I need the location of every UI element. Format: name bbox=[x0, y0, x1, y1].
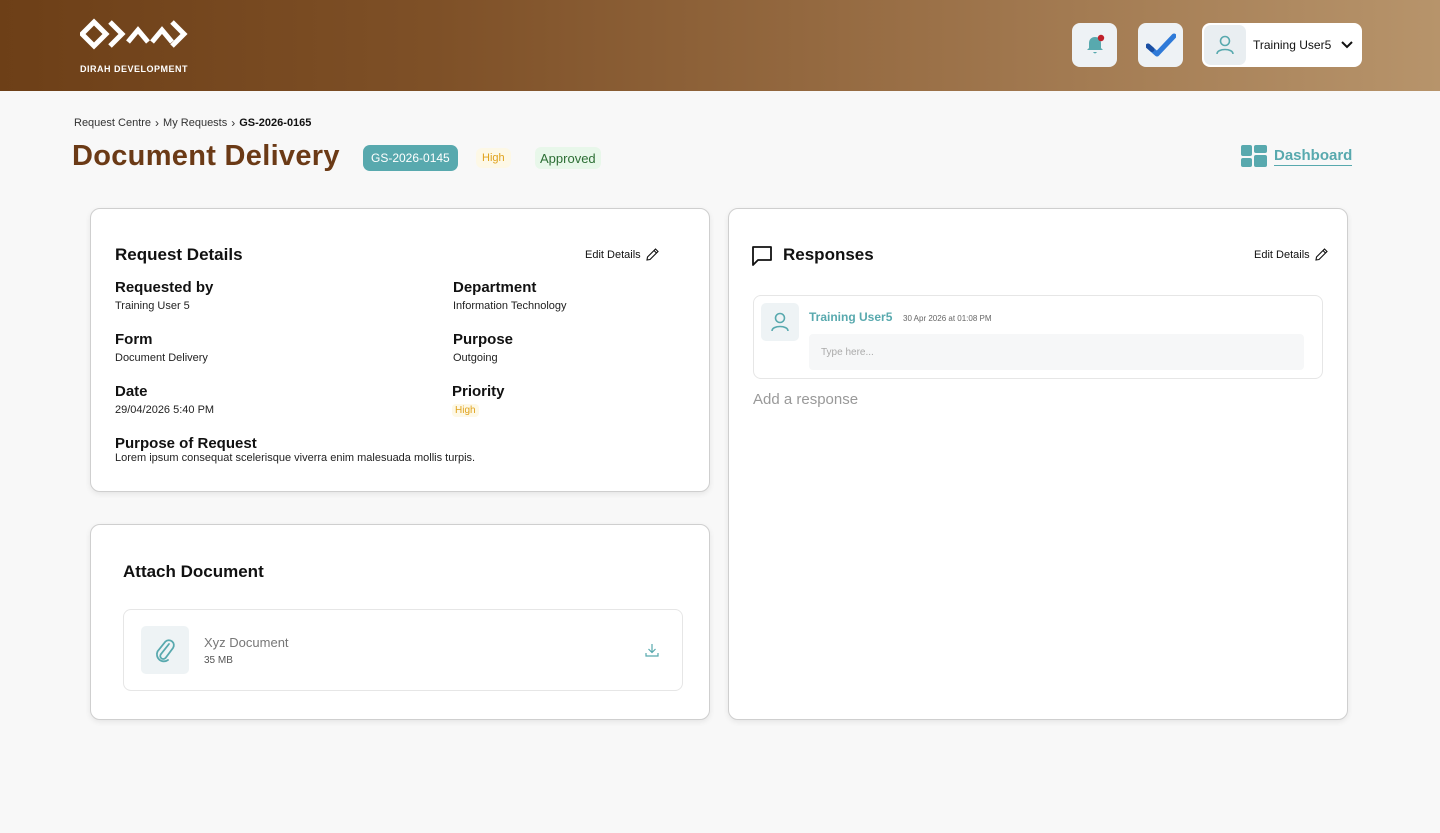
add-response-button[interactable]: Add a response bbox=[753, 391, 858, 408]
logo-text: DIRAH DEVELOPMENT bbox=[80, 64, 189, 74]
request-code-badge: GS-2026-0145 bbox=[363, 145, 458, 171]
department-value: Information Technology bbox=[453, 300, 567, 312]
field-form: Form Document Delivery bbox=[115, 331, 208, 364]
field-purpose: Purpose Outgoing bbox=[453, 331, 513, 364]
status-badge: Approved bbox=[535, 147, 601, 169]
pencil-icon bbox=[1314, 248, 1328, 261]
user-menu[interactable]: Training User5 bbox=[1202, 23, 1362, 67]
requested-by-value: Training User 5 bbox=[115, 300, 190, 312]
attachment-item[interactable]: Xyz Document 35 MB bbox=[123, 609, 683, 691]
pencil-icon bbox=[645, 248, 659, 261]
file-name: Xyz Document bbox=[204, 635, 289, 650]
edit-details-button[interactable]: Edit Details bbox=[585, 247, 660, 262]
file-size: 35 MB bbox=[204, 655, 233, 666]
requested-by-label: Requested by bbox=[115, 279, 214, 296]
file-icon-box bbox=[141, 626, 189, 674]
priority-badge: High bbox=[476, 148, 511, 168]
department-label: Department bbox=[453, 279, 537, 296]
response-timestamp: 30 Apr 2026 at 01:08 PM bbox=[903, 314, 992, 323]
breadcrumb-current: GS-2026-0165 bbox=[239, 117, 312, 129]
form-value: Document Delivery bbox=[115, 352, 208, 364]
top-bar: DIRAH DEVELOPMENT Training User5 bbox=[0, 0, 1440, 91]
breadcrumb-request-centre[interactable]: Request Centre bbox=[74, 117, 151, 129]
dashboard-link[interactable]: Dashboard bbox=[1240, 144, 1353, 168]
purpose-label: Purpose bbox=[453, 331, 514, 348]
todo-button[interactable] bbox=[1138, 23, 1183, 67]
purpose-of-request-label: Purpose of Request bbox=[115, 435, 257, 452]
request-details-title: Request Details bbox=[115, 245, 243, 264]
avatar bbox=[1204, 25, 1246, 65]
avatar bbox=[761, 303, 799, 341]
breadcrumb: Request Centre › My Requests › GS-2026-0… bbox=[74, 116, 311, 130]
attach-document-card: Attach Document Xyz Document 35 MB bbox=[90, 524, 710, 720]
date-value: 29/04/2026 5:40 PM bbox=[115, 404, 215, 416]
responses-edit-label: Edit Details bbox=[1254, 248, 1310, 261]
download-icon bbox=[645, 644, 659, 657]
page-title: Document Delivery bbox=[72, 140, 340, 172]
download-button[interactable] bbox=[644, 642, 660, 663]
responses-title: Responses bbox=[783, 245, 874, 264]
user-icon bbox=[771, 312, 789, 332]
priority-label: Priority bbox=[452, 383, 505, 400]
breadcrumb-my-requests[interactable]: My Requests bbox=[163, 117, 227, 129]
field-department: Department Information Technology bbox=[453, 279, 567, 312]
purpose-of-request-value: Lorem ipsum consequat scelerisque viverr… bbox=[115, 452, 476, 464]
field-purpose-of-request: Purpose of Request Lorem ipsum consequat… bbox=[115, 435, 475, 464]
response-input[interactable] bbox=[809, 334, 1304, 370]
purpose-value: Outgoing bbox=[453, 352, 498, 364]
response-user-name: Training User5 bbox=[809, 310, 893, 324]
dashboard-icon bbox=[1241, 145, 1267, 167]
chevron-right-icon: › bbox=[231, 116, 236, 130]
dirah-logo[interactable]: DIRAH DEVELOPMENT bbox=[80, 16, 192, 76]
checkmark-icon bbox=[1145, 33, 1176, 57]
attach-document-title: Attach Document bbox=[123, 562, 264, 581]
response-entry: Training User5 30 Apr 2026 at 01:08 PM bbox=[753, 295, 1323, 379]
bell-icon bbox=[1086, 34, 1104, 54]
chat-bubble-icon bbox=[752, 246, 772, 266]
date-label: Date bbox=[115, 383, 148, 400]
user-icon bbox=[1216, 35, 1234, 55]
field-date: Date 29/04/2026 5:40 PM bbox=[115, 383, 214, 416]
responses-edit-button[interactable]: Edit Details bbox=[1254, 247, 1329, 262]
field-requested-by: Requested by Training User 5 bbox=[115, 279, 213, 312]
paperclip-icon bbox=[156, 639, 175, 663]
chevron-down-icon bbox=[1341, 41, 1353, 49]
request-details-card: Request Details Edit Details Requested b… bbox=[90, 208, 710, 492]
user-name: Training User5 bbox=[1253, 38, 1332, 52]
priority-value-badge: High bbox=[452, 404, 479, 417]
dashboard-label: Dashboard bbox=[1274, 146, 1353, 166]
form-label: Form bbox=[115, 331, 153, 348]
chevron-right-icon: › bbox=[155, 116, 160, 130]
field-priority: Priority High bbox=[452, 383, 505, 418]
dirah-logo-mark bbox=[80, 18, 188, 50]
responses-card: Responses Edit Details Training User5 30… bbox=[728, 208, 1348, 720]
edit-details-label: Edit Details bbox=[585, 248, 641, 261]
notifications-button[interactable] bbox=[1072, 23, 1117, 67]
